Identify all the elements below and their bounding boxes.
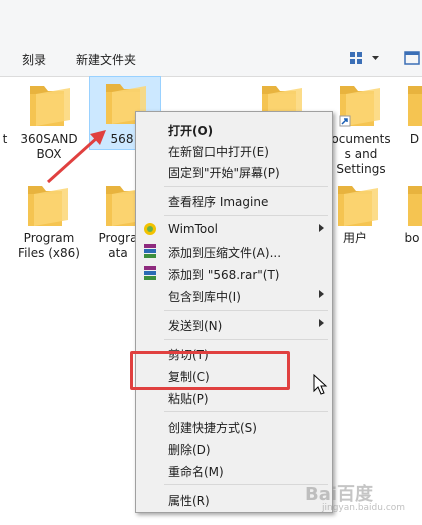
menu-item-label: 添加到压缩文件(A)... <box>168 246 282 260</box>
menu-item-label: 粘贴(P) <box>168 392 209 406</box>
menu-separator <box>164 339 328 340</box>
menu-item-rename[interactable]: 重命名(M) <box>136 459 332 481</box>
menu-separator <box>164 215 328 216</box>
winrar-icon <box>144 244 156 258</box>
menu-separator <box>164 411 328 412</box>
menu-item-open-new-window[interactable]: 在新窗口中打开(E) <box>136 139 332 161</box>
menu-item-label: 固定到"开始"屏幕(P) <box>168 166 280 180</box>
context-menu: 打开(O) 在新窗口中打开(E) 固定到"开始"屏幕(P) 查看程序 Imagi… <box>135 111 333 513</box>
menu-item-label: 创建快捷方式(S) <box>168 421 257 435</box>
menu-separator <box>164 310 328 311</box>
menu-item-include-in-library[interactable]: 包含到库中(I) <box>136 284 332 306</box>
submenu-arrow-icon <box>319 290 324 298</box>
menu-item-pin-to-start[interactable]: 固定到"开始"屏幕(P) <box>136 160 332 182</box>
wimtool-icon <box>144 223 156 235</box>
menu-item-view-imagine[interactable]: 查看程序 Imagine <box>136 189 332 211</box>
menu-item-add-to-archive[interactable]: 添加到压缩文件(A)... <box>136 240 332 262</box>
menu-item-add-to-568-rar[interactable]: 添加到 "568.rar"(T) <box>136 262 332 284</box>
menu-item-properties[interactable]: 属性(R) <box>136 488 332 510</box>
menu-item-open[interactable]: 打开(O) <box>136 118 332 140</box>
menu-item-label: 在新窗口中打开(E) <box>168 145 269 159</box>
menu-item-label: 删除(D) <box>168 443 211 457</box>
menu-item-label: 查看程序 Imagine <box>168 195 269 209</box>
menu-item-label: 属性(R) <box>168 494 210 508</box>
menu-item-send-to[interactable]: 发送到(N) <box>136 313 332 335</box>
menu-separator <box>164 186 328 187</box>
menu-item-label: 发送到(N) <box>168 319 223 333</box>
submenu-arrow-icon <box>319 319 324 327</box>
mouse-cursor-icon <box>313 374 328 395</box>
menu-item-delete[interactable]: 删除(D) <box>136 437 332 459</box>
submenu-arrow-icon <box>319 224 324 232</box>
menu-separator <box>164 484 328 485</box>
menu-item-label: 包含到库中(I) <box>168 290 241 304</box>
menu-item-label: WimTool <box>168 222 218 236</box>
menu-item-label: 重命名(M) <box>168 465 224 479</box>
menu-item-label: 添加到 "568.rar"(T) <box>168 268 280 282</box>
menu-item-wimtool[interactable]: WimTool <box>136 218 332 240</box>
menu-item-create-shortcut[interactable]: 创建快捷方式(S) <box>136 415 332 437</box>
menu-item-label: 打开(O) <box>168 124 214 138</box>
winrar-icon <box>144 266 156 280</box>
watermark-url: jingyan.baidu.com <box>322 503 406 513</box>
copy-highlight-box <box>130 351 290 390</box>
